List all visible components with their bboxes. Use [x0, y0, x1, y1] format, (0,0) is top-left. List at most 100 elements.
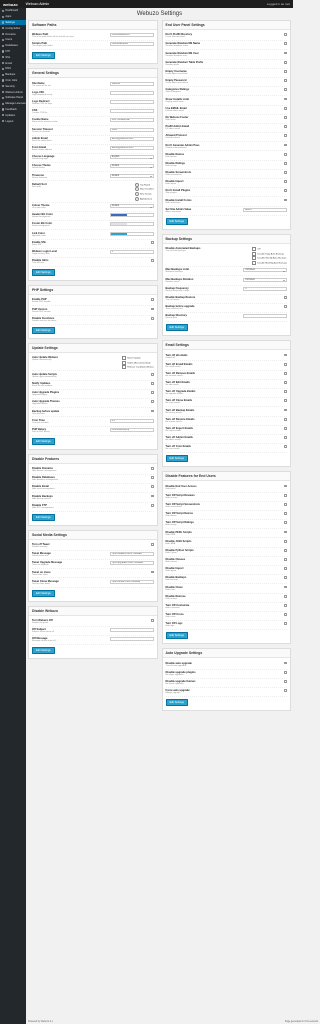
- setting-checkbox[interactable]: [150, 316, 154, 320]
- setting-checkbox[interactable]: [284, 670, 287, 674]
- edit-settings-button[interactable]: Edit Settings: [32, 513, 55, 521]
- setting-input[interactable]: [109, 637, 154, 642]
- setting-checkbox[interactable]: [284, 622, 287, 626]
- setting-select[interactable]: Default: [109, 173, 154, 178]
- setting-checkbox[interactable]: [150, 494, 154, 498]
- setting-checkbox[interactable]: [284, 106, 287, 110]
- setting-checkbox[interactable]: [284, 33, 287, 37]
- setting-checkbox[interactable]: [284, 381, 287, 384]
- setting-checkbox[interactable]: [150, 467, 154, 470]
- option[interactable]: Stable (Recommended): [122, 361, 153, 365]
- setting-input[interactable]: [109, 90, 154, 95]
- setting-checkbox[interactable]: [284, 353, 287, 357]
- option[interactable]: Top Rated: [135, 183, 154, 187]
- setting-checkbox[interactable]: [284, 521, 287, 525]
- setting-checkbox[interactable]: [284, 558, 287, 561]
- setting-checkbox[interactable]: [284, 417, 287, 421]
- option[interactable]: Most Installed: [135, 187, 154, 191]
- setting-select[interactable]: English: [109, 155, 154, 160]
- setting-checkbox[interactable]: [284, 679, 287, 683]
- setting-input[interactable]: Webuzo: [109, 81, 154, 86]
- setting-input[interactable]: admin@webuzo.com: [109, 145, 154, 150]
- setting-checkbox[interactable]: [284, 60, 287, 64]
- setting-checkbox[interactable]: [284, 585, 287, 589]
- setting-checkbox[interactable]: [150, 298, 154, 302]
- option[interactable]: Off: [252, 247, 287, 251]
- edit-settings-button[interactable]: Edit Settings: [165, 699, 189, 707]
- setting-input[interactable]: I just installed #SOFTWARE#: [109, 552, 154, 557]
- setting-input[interactable]: /var/softaculous: [109, 42, 154, 47]
- setting-input[interactable]: [243, 314, 287, 319]
- setting-input[interactable]: 3600: [109, 127, 154, 132]
- setting-checkbox[interactable]: [284, 115, 287, 119]
- edit-settings-button[interactable]: Edit Settings: [32, 52, 55, 60]
- setting-checkbox[interactable]: [284, 661, 287, 665]
- setting-checkbox[interactable]: [284, 97, 287, 101]
- setting-checkbox[interactable]: [284, 512, 287, 515]
- setting-select[interactable]: Unlimited: [243, 268, 287, 273]
- setting-checkbox[interactable]: [284, 371, 287, 375]
- setting-checkbox[interactable]: [284, 604, 287, 607]
- option[interactable]: Disable Monthly Auto Backups: [252, 261, 287, 265]
- setting-input[interactable]: 5: [109, 250, 154, 255]
- setting-checkbox[interactable]: [284, 445, 287, 449]
- setting-checkbox[interactable]: [284, 305, 287, 308]
- setting-input[interactable]: SOFTCookieUser: [109, 118, 154, 123]
- setting-checkbox[interactable]: [284, 408, 287, 412]
- edit-settings-button[interactable]: Edit Settings: [165, 455, 189, 463]
- setting-checkbox[interactable]: [284, 567, 287, 571]
- setting-checkbox[interactable]: [284, 134, 287, 138]
- edit-settings-button[interactable]: Edit Settings: [32, 326, 55, 334]
- setting-checkbox[interactable]: [284, 484, 287, 488]
- setting-input[interactable]: admin: [243, 207, 287, 212]
- setting-input[interactable]: [109, 100, 154, 105]
- option[interactable]: Disable Daily Auto Backups: [252, 252, 287, 256]
- setting-checkbox[interactable]: [284, 539, 287, 543]
- setting-checkbox[interactable]: [284, 125, 287, 128]
- setting-checkbox[interactable]: [284, 143, 287, 147]
- setting-checkbox[interactable]: [150, 240, 154, 244]
- setting-input[interactable]: /usr/local/bin/php: [109, 427, 154, 432]
- setting-checkbox[interactable]: [284, 161, 287, 165]
- setting-checkbox[interactable]: [284, 295, 287, 299]
- setting-input[interactable]: 0 0 * * *: [109, 418, 154, 423]
- setting-checkbox[interactable]: [150, 476, 154, 480]
- option[interactable]: Alphabetical: [135, 197, 154, 201]
- setting-select[interactable]: Default: [109, 164, 154, 169]
- setting-checkbox[interactable]: [284, 42, 287, 46]
- setting-checkbox[interactable]: [150, 485, 154, 489]
- setting-checkbox[interactable]: [284, 689, 287, 692]
- setting-input[interactable]: [109, 109, 154, 114]
- option[interactable]: Disable Weekly Auto Backups: [252, 256, 287, 260]
- setting-checkbox[interactable]: [150, 259, 154, 263]
- setting-checkbox[interactable]: [284, 171, 287, 174]
- option[interactable]: Release Candidate (Betas): [122, 365, 153, 369]
- edit-settings-button[interactable]: Edit Settings: [165, 324, 189, 332]
- setting-checkbox[interactable]: [150, 570, 154, 574]
- option[interactable]: Never Update: [122, 356, 153, 360]
- setting-checkbox[interactable]: [150, 543, 154, 546]
- setting-checkbox[interactable]: [284, 594, 287, 598]
- edit-settings-button[interactable]: Edit Settings: [165, 217, 189, 225]
- setting-checkbox[interactable]: [284, 189, 287, 193]
- setting-checkbox[interactable]: [284, 88, 287, 92]
- setting-input[interactable]: I just upgraded #SOFTWARE#: [109, 561, 154, 566]
- setting-checkbox[interactable]: [284, 70, 287, 73]
- edit-settings-button[interactable]: Edit Settings: [32, 589, 55, 597]
- color-picker[interactable]: [109, 222, 154, 227]
- setting-checkbox[interactable]: [284, 502, 287, 506]
- sidebar-item-logout[interactable]: Logout: [0, 118, 26, 124]
- setting-checkbox[interactable]: [284, 152, 287, 156]
- setting-input[interactable]: admin@webuzo.com: [109, 136, 154, 141]
- setting-input[interactable]: [109, 628, 154, 633]
- setting-checkbox[interactable]: [284, 180, 287, 184]
- setting-select[interactable]: Unlimited: [243, 277, 287, 282]
- setting-checkbox[interactable]: [284, 399, 287, 403]
- setting-input[interactable]: I just cloned #SOFTWARE#: [109, 579, 154, 584]
- setting-checkbox[interactable]: [150, 381, 154, 385]
- edit-settings-button[interactable]: Edit Settings: [32, 269, 55, 277]
- setting-checkbox[interactable]: [284, 198, 287, 202]
- setting-checkbox[interactable]: [284, 436, 287, 440]
- setting-checkbox[interactable]: [284, 493, 287, 497]
- option[interactable]: New Scripts: [135, 192, 154, 196]
